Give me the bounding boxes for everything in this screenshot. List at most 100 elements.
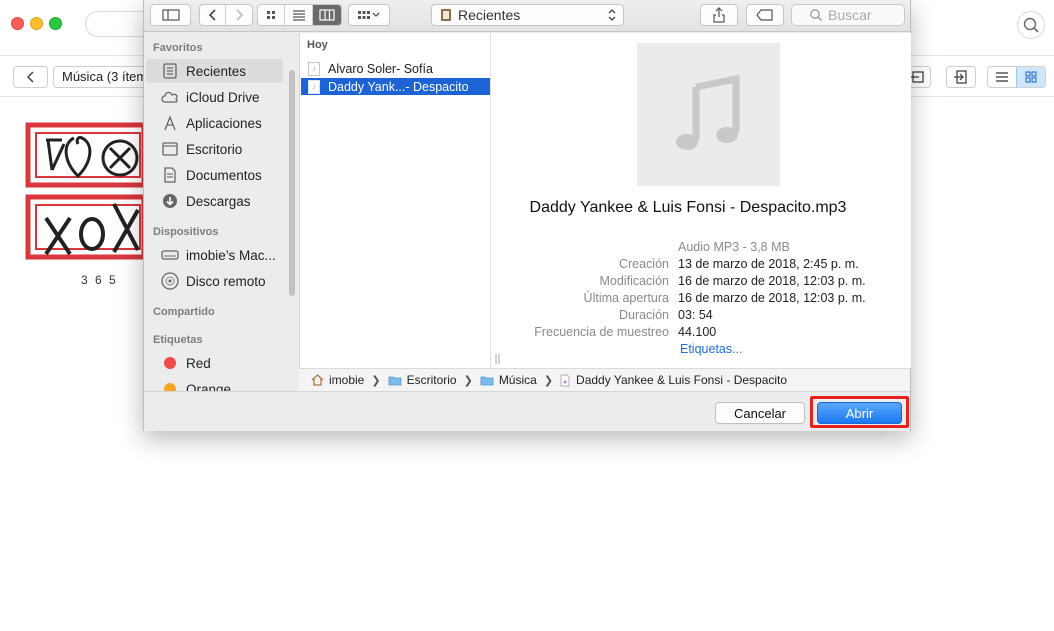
info-row-created: Creación 13 de marzo de 2018, 2:45 p. m. [504, 257, 911, 274]
updown-chevron-icon [608, 9, 616, 21]
info-value: 44.100 [678, 325, 717, 339]
app-breadcrumb[interactable]: Música (3 ítems) [53, 66, 149, 88]
sidebar-item-tag-red[interactable]: Red [146, 351, 283, 375]
sidebar-item-label: Escritorio [186, 141, 243, 157]
column-header: Hoy [307, 39, 328, 51]
dialog-toolbar: Recientes Buscar [144, 0, 910, 32]
shared-heading: Compartido [153, 306, 215, 318]
sidebar-item-tag-orange[interactable]: Orange [146, 377, 283, 391]
chevron-left-icon [208, 9, 216, 21]
app-search-button[interactable] [1017, 11, 1045, 39]
sidebar-item-label: Disco remoto [186, 273, 266, 289]
open-button[interactable]: Abrir [817, 402, 902, 424]
location-popup[interactable]: Recientes [431, 4, 624, 26]
tag-color-dot-icon [160, 383, 180, 391]
sidebar-item-aplicaciones[interactable]: Aplicaciones [146, 111, 283, 135]
cancel-button[interactable]: Cancelar [715, 402, 805, 424]
path-item-desktop[interactable]: Escritorio [388, 373, 457, 387]
devices-heading: Dispositivos [153, 226, 219, 238]
files-column: Hoy ♪ Alvaro Soler- Sofía ♪ Daddy Yank..… [299, 33, 491, 368]
icon-view-button[interactable] [258, 5, 286, 25]
search-input[interactable]: Buscar [791, 4, 905, 26]
path-item-music[interactable]: Música [480, 373, 537, 387]
list-view-button[interactable] [988, 67, 1016, 87]
preview-file-name: Daddy Yankee & Luis Fonsi - Despacito.mp… [529, 199, 847, 216]
icon-view-icon [267, 11, 276, 19]
recents-icon [160, 63, 180, 79]
info-row-last-opened: Última apertura 16 de marzo de 2018, 12:… [504, 291, 911, 308]
path-item-file[interactable]: Daddy Yankee & Luis Fonsi - Despacito [560, 373, 787, 387]
dialog-sidebar: Favoritos Recientes iCloud Drive Aplicac… [144, 33, 299, 391]
path-label: Música [498, 373, 537, 387]
chevron-right-icon: ❯ [371, 374, 381, 387]
info-label: Duración [618, 308, 669, 322]
audio-file-icon [560, 374, 570, 386]
list-view-button[interactable] [285, 5, 313, 25]
file-row[interactable]: ♪ Alvaro Soler- Sofía [301, 60, 491, 77]
info-label: Creación [618, 257, 669, 271]
sidebar-item-label: Documentos [186, 167, 262, 183]
group-by-button[interactable] [348, 4, 390, 26]
file-thumbnail [637, 43, 780, 186]
favorites-heading: Favoritos [153, 42, 203, 54]
resize-grip-icon [495, 354, 500, 364]
dialog-footer: Cancelar Abrir [144, 391, 910, 431]
chevron-right-icon: ❯ [463, 374, 473, 387]
column-resize-handle[interactable] [490, 33, 504, 368]
sidebar-item-descargas[interactable]: Descargas [146, 189, 283, 213]
export-icon [954, 70, 967, 84]
app-export-button[interactable] [946, 66, 976, 88]
info-value: 03: 54 [678, 308, 713, 322]
chevron-right-icon: ❯ [543, 374, 554, 387]
back-button[interactable] [200, 5, 227, 25]
forward-button[interactable] [226, 5, 252, 25]
sidebar-toggle-button[interactable] [150, 4, 191, 26]
sidebar-scrollbar[interactable] [289, 70, 295, 296]
app-view-toggle [987, 66, 1046, 88]
zoom-window-button[interactable] [49, 17, 62, 30]
path-item-home[interactable]: imobie [311, 373, 364, 387]
sidebar-item-label: Orange [186, 381, 232, 392]
sidebar-item-recientes[interactable]: Recientes [146, 59, 283, 83]
sidebar-item-remote-disc[interactable]: Disco remoto [146, 269, 283, 293]
info-value: 13 de marzo de 2018, 2:45 p. m. [678, 257, 859, 271]
preview-pane: Daddy Yankee & Luis Fonsi - Despacito.mp… [504, 33, 911, 368]
tag-button[interactable] [746, 4, 784, 26]
app-back-button[interactable] [13, 66, 48, 88]
info-label: Modificación [599, 274, 669, 288]
info-label: Última apertura [583, 291, 669, 305]
grid-view-button[interactable] [1016, 67, 1045, 87]
list-icon [996, 72, 1008, 82]
import-icon [909, 71, 924, 83]
file-kind: Audio MP3 - 3,8 MB [678, 240, 790, 254]
file-name: Daddy Yank...- Despacito [328, 79, 469, 94]
history-nav [199, 4, 253, 26]
share-button[interactable] [700, 4, 738, 26]
list-icon [292, 10, 305, 21]
close-window-button[interactable] [11, 17, 24, 30]
share-icon [713, 7, 725, 23]
sidebar-item-mac[interactable]: imobie’s Mac... [146, 243, 283, 267]
path-label: Escritorio [406, 373, 457, 387]
sidebar-item-escritorio[interactable]: Escritorio [146, 137, 283, 161]
info-value: 16 de marzo de 2018, 12:03 p. m. [678, 274, 866, 288]
sidebar-item-documentos[interactable]: Documentos [146, 163, 283, 187]
tags-link[interactable]: Etiquetas... [680, 342, 743, 356]
column-view-button[interactable] [312, 5, 341, 25]
sidebar-item-label: Recientes [186, 63, 247, 79]
album-artwork[interactable] [22, 122, 144, 262]
sidebar-item-icloud-drive[interactable]: iCloud Drive [146, 85, 283, 109]
file-row-selected[interactable]: ♪ Daddy Yank...- Despacito [301, 78, 491, 95]
search-icon [810, 9, 822, 21]
documents-icon [160, 167, 180, 183]
chevron-right-icon [236, 9, 244, 21]
info-row-duration: Duración 03: 54 [504, 308, 911, 325]
desktop-icon [160, 142, 180, 156]
sidebar-item-label: Red [186, 355, 211, 371]
chevron-left-icon [26, 71, 34, 83]
search-icon [1023, 17, 1039, 33]
info-value: 16 de marzo de 2018, 12:03 p. m. [678, 291, 866, 305]
tag-color-dot-icon [160, 357, 180, 369]
group-icon [358, 11, 380, 19]
minimize-window-button[interactable] [30, 17, 43, 30]
